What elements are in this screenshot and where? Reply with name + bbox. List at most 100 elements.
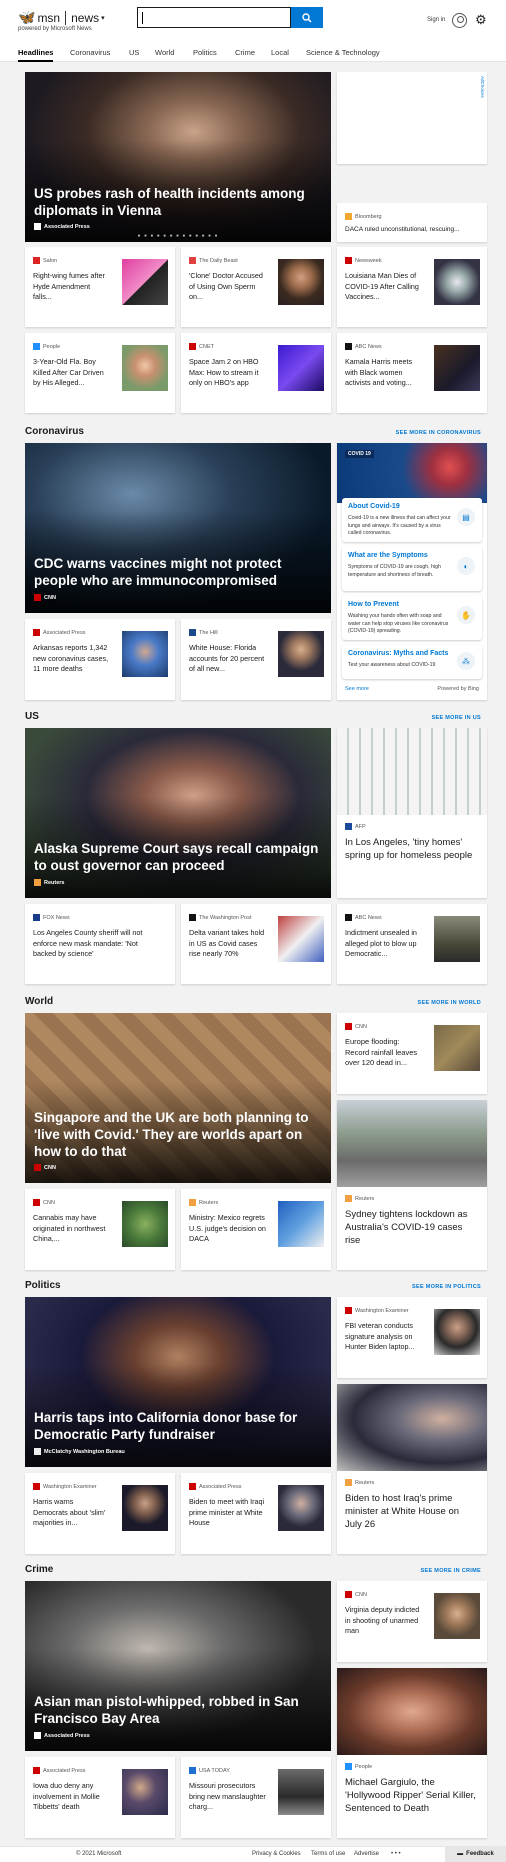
msn-logo[interactable]: 🦋 msn news ▾ <box>18 9 105 26</box>
see-more-us[interactable]: SEE MORE IN US <box>432 715 481 721</box>
news-card[interactable]: USA TODAY Missouri prosecutors bring new… <box>181 1757 331 1838</box>
feedback-button[interactable]: ▬ Feedback <box>445 1846 506 1862</box>
bloomberg-logo-icon <box>345 213 352 220</box>
avatar-icon[interactable] <box>452 13 467 28</box>
msn-butterfly-icon: 🦋 <box>18 9 36 25</box>
search-button[interactable] <box>291 7 323 28</box>
tab-crime[interactable]: Crime <box>235 48 255 57</box>
news-card[interactable]: ABC News Kamala Harris meets with Black … <box>337 333 487 413</box>
info-icon: ▤ <box>457 508 475 526</box>
covid-item-myths[interactable]: Coronavirus: Myths and Facts Test your a… <box>342 645 482 679</box>
quiz-icon: ⁂ <box>457 652 475 670</box>
tab-headlines[interactable]: Headlines <box>18 48 53 57</box>
news-card[interactable]: Washington Examiner FBI veteran conducts… <box>337 1297 487 1378</box>
news-card[interactable]: The Daily Beast 'Clone' Doctor Accused o… <box>181 247 331 327</box>
news-card[interactable]: Associated Press Iowa duo deny any invol… <box>25 1757 175 1838</box>
thumbnail <box>434 259 480 305</box>
chevron-down-icon[interactable]: ▾ <box>101 14 105 22</box>
news-card[interactable]: CNN Virginia deputy indicted in shooting… <box>337 1581 487 1662</box>
ap-logo-icon <box>33 1767 40 1774</box>
see-more-crime[interactable]: SEE MORE IN CRIME <box>421 1568 481 1574</box>
covid-item-prevent[interactable]: How to Prevent Washing your hands often … <box>342 596 482 640</box>
side-card[interactable]: Bloomberg DACA ruled unconstitutional, r… <box>337 203 487 242</box>
ap-logo-icon <box>34 1732 41 1739</box>
news-card[interactable]: Washington Examiner Harris warns Democra… <box>25 1473 175 1554</box>
news-card[interactable]: CNET Space Jam 2 on HBO Max: How to stre… <box>181 333 331 413</box>
thumbnail <box>278 631 324 677</box>
hero-card[interactable]: CDC warns vaccines might not protect peo… <box>25 443 331 613</box>
covid-item-about[interactable]: About Covid-19 Covid-19 is a new illness… <box>342 498 482 542</box>
ap-logo-icon <box>33 629 40 636</box>
story-image <box>337 1100 487 1187</box>
privacy-link[interactable]: Privacy & Cookies <box>252 1851 301 1857</box>
terms-link[interactable]: Terms of use <box>311 1851 345 1857</box>
news-card[interactable]: CNN Europe flooding: Record rainfall lea… <box>337 1013 487 1094</box>
hero-card[interactable]: Asian man pistol-whipped, robbed in San … <box>25 1581 331 1751</box>
thumbnail <box>122 345 168 391</box>
ad-slot[interactable]: AdChoices <box>337 72 487 164</box>
tab-world[interactable]: World <box>155 48 174 57</box>
section-title-crime[interactable]: Crime <box>25 1564 53 1575</box>
news-card[interactable]: Associated Press Arkansas reports 1,342 … <box>25 619 175 700</box>
news-card[interactable]: Reuters Ministry: Mexico regrets U.S. ju… <box>181 1189 331 1270</box>
footer: © 2021 Microsoft Privacy & Cookies Terms… <box>0 1846 506 1862</box>
section-title-world[interactable]: World <box>25 996 53 1007</box>
more-icon[interactable]: • • • <box>391 1851 401 1857</box>
see-more-coronavirus[interactable]: SEE MORE IN CORONAVIRUS <box>396 430 481 436</box>
news-card[interactable]: CNN Cannabis may have originated in nort… <box>25 1189 175 1270</box>
section-title-coronavirus[interactable]: Coronavirus <box>25 426 84 437</box>
news-card[interactable]: Associated Press Biden to meet with Iraq… <box>181 1473 331 1554</box>
reuters-logo-icon <box>189 1199 196 1206</box>
hero-title: Alaska Supreme Court says recall campaig… <box>34 841 319 873</box>
covid-widget: COVID 19 About Covid-19 Covid-19 is a ne… <box>337 443 487 700</box>
reuters-logo-icon <box>345 1195 352 1202</box>
gear-icon[interactable]: ⚙ <box>475 12 487 28</box>
side-card[interactable]: People Michael Gargiulo, the 'Hollywood … <box>337 1668 487 1838</box>
hero-card[interactable]: Alaska Supreme Court says recall campaig… <box>25 728 331 898</box>
cnet-logo-icon <box>189 343 196 350</box>
news-card[interactable]: The Hill White House: Florida accounts f… <box>181 619 331 700</box>
covid-see-more[interactable]: See more <box>345 686 369 692</box>
hero-card[interactable]: Singapore and the UK are both planning t… <box>25 1013 331 1183</box>
cnn-logo-icon <box>34 594 41 601</box>
mcclatchy-logo-icon <box>34 1448 41 1455</box>
news-card[interactable]: Salon Right-wing fumes after Hyde Amendm… <box>25 247 175 327</box>
news-card[interactable]: Newsweek Louisiana Man Dies of COVID-19 … <box>337 247 487 327</box>
carousel-dots[interactable]: ● ● ● ● ● ● ● ● ● ● ● ● ● <box>25 233 331 239</box>
see-more-world[interactable]: SEE MORE IN WORLD <box>418 1000 481 1006</box>
section-title-politics[interactable]: Politics <box>25 1280 61 1291</box>
hero-title: CDC warns vaccines might not protect peo… <box>34 556 282 588</box>
tab-local[interactable]: Local <box>271 48 289 57</box>
brand-text: msn <box>37 10 61 25</box>
tab-politics[interactable]: Politics <box>193 48 217 57</box>
sign-in-link[interactable]: Sign in <box>427 17 445 23</box>
news-card[interactable]: ABC News Indictment unsealed in alleged … <box>337 904 487 984</box>
section-text: news <box>71 10 100 25</box>
side-card[interactable]: AFP In Los Angeles, 'tiny homes' spring … <box>337 728 487 898</box>
news-card[interactable]: The Washington Post Delta variant takes … <box>181 904 331 984</box>
adchoices-label[interactable]: AdChoices <box>480 76 485 98</box>
covid-item-symptoms[interactable]: What are the Symptoms Symptoms of COVID-… <box>342 547 482 591</box>
search-input[interactable] <box>137 7 291 28</box>
reuters-logo-icon <box>345 1479 352 1486</box>
side-card[interactable]: Reuters Sydney tightens lockdown as Aust… <box>337 1100 487 1270</box>
thumbnail <box>122 631 168 677</box>
tab-science-technology[interactable]: Science & Technology <box>306 48 380 57</box>
see-more-politics[interactable]: SEE MORE IN POLITICS <box>412 1284 481 1290</box>
hero-title: Harris taps into California donor base f… <box>34 1410 298 1442</box>
abc-news-logo-icon <box>345 343 352 350</box>
side-card[interactable]: Reuters Biden to host Iraq's prime minis… <box>337 1384 487 1554</box>
cnn-logo-icon <box>345 1023 352 1030</box>
thumbnail <box>122 1485 168 1531</box>
news-card[interactable]: People 3-Year-Old Fla. Boy Killed After … <box>25 333 175 413</box>
tab-us[interactable]: US <box>129 48 139 57</box>
washington-examiner-logo-icon <box>345 1307 352 1314</box>
section-title-us[interactable]: US <box>25 711 39 722</box>
hero-card[interactable]: Harris taps into California donor base f… <box>25 1297 331 1467</box>
news-card[interactable]: FOX News Los Angeles County sheriff will… <box>25 904 175 984</box>
hero-title: US probes rash of health incidents among… <box>34 186 305 218</box>
advertise-link[interactable]: Advertise <box>354 1851 379 1857</box>
ap-logo-icon <box>189 1483 196 1490</box>
tab-coronavirus[interactable]: Coronavirus <box>70 48 110 57</box>
hero-card[interactable]: US probes rash of health incidents among… <box>25 72 331 242</box>
